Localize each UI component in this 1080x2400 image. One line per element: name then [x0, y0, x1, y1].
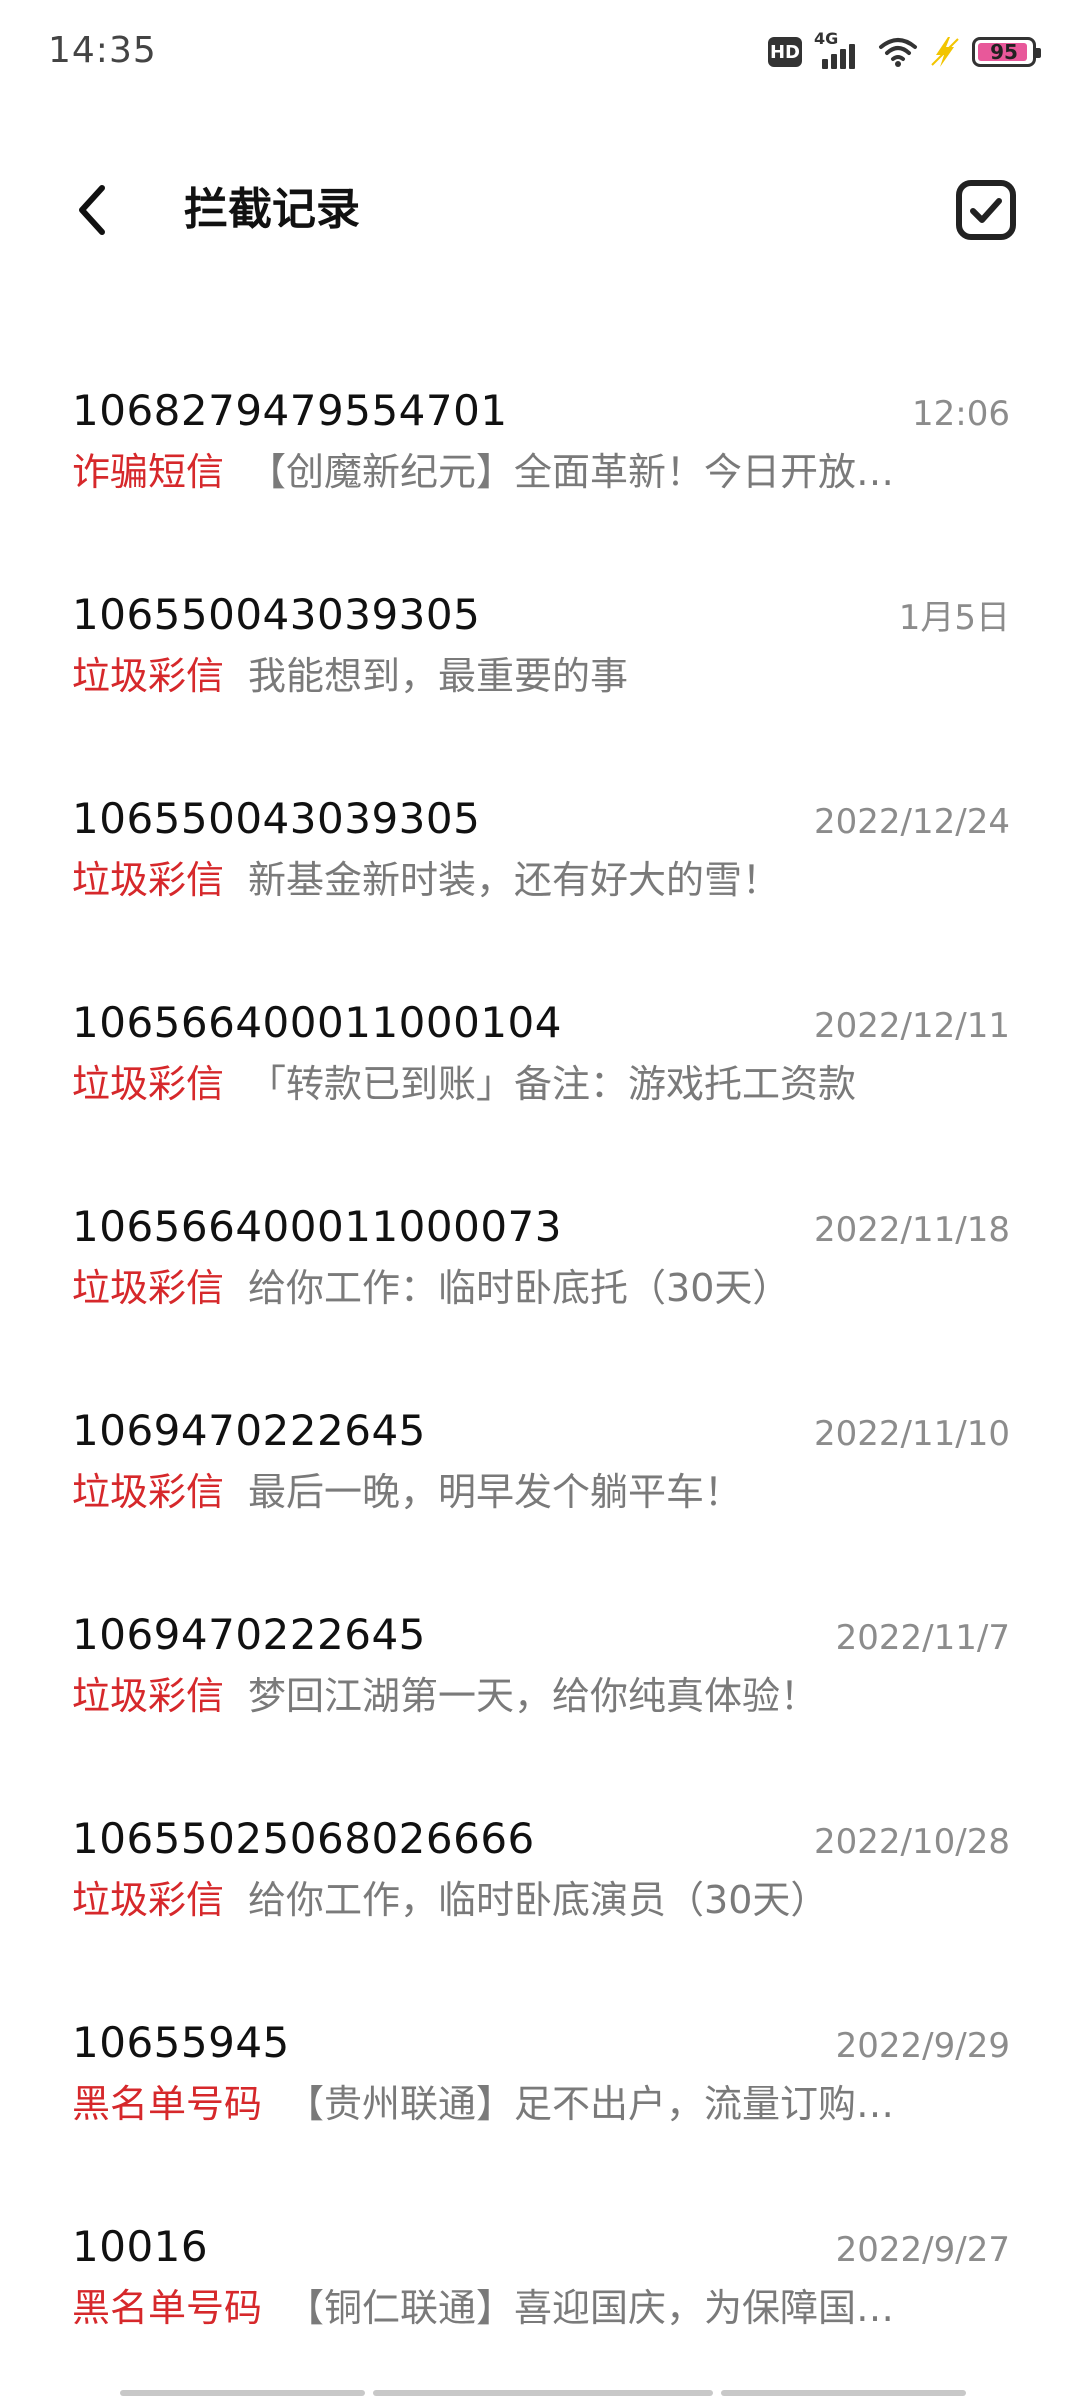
list-item[interactable]: 1069470222645 2022/11/10 垃圾彩信 最后一晚，明早发个躺平车！: [0, 1374, 1080, 1578]
message-preview: 给你工作，临时卧底演员（30天）: [248, 1878, 829, 1922]
block-category-label: 垃圾彩信: [72, 1062, 225, 1106]
list-item[interactable]: 106550043039305 1月5日垃圾彩信 我能想到，最重要的事: [0, 558, 1080, 762]
message-preview: 我能想到，最重要的事: [248, 654, 629, 698]
block-category-label: 垃圾彩信: [72, 858, 225, 902]
message-preview: 给你工作：临时卧底托（30天）: [248, 1266, 791, 1310]
block-category-label: 垃圾彩信: [72, 654, 225, 698]
message-summary: 垃圾彩信 梦回江湖第一天，给你纯真体验！: [72, 1670, 1010, 1722]
block-category-label: 垃圾彩信: [72, 1878, 225, 1922]
chevron-left-icon: [79, 185, 105, 235]
list-item[interactable]: 10016 2022/9/27 黑名单号码 【铜仁联通】喜迎国庆，为保障国…: [0, 2190, 1080, 2394]
hd-icon: HD: [768, 37, 802, 67]
message-date: 2022/9/27: [835, 2230, 1010, 2270]
message-preview: 「转款已到账」备注：游戏托工资款: [248, 1062, 857, 1106]
status-bar: 14:35 HD 4G 95: [0, 0, 1080, 110]
cellular-signal-icon: 4G: [814, 29, 866, 69]
app-header: 拦截记录: [0, 150, 1080, 270]
block-category-label: 诈骗短信: [72, 450, 225, 494]
message-summary: 黑名单号码 【铜仁联通】喜迎国庆，为保障国…: [72, 2282, 1010, 2334]
message-date: 1月5日: [898, 598, 1010, 638]
message-summary: 垃圾彩信 给你工作，临时卧底演员（30天）: [72, 1874, 1010, 1926]
battery-tip: [1036, 48, 1041, 58]
list-item[interactable]: 10655945 2022/9/29 黑名单号码 【贵州联通】足不出户，流量订购…: [0, 1986, 1080, 2190]
message-preview: 【创魔新纪元】全面革新！今日开放…: [248, 450, 895, 494]
block-category-label: 垃圾彩信: [72, 1674, 225, 1718]
message-summary: 垃圾彩信 给你工作：临时卧底托（30天）: [72, 1262, 1010, 1314]
block-category-label: 垃圾彩信: [72, 1470, 225, 1514]
message-preview: 新基金新时装，还有好大的雪！: [248, 858, 781, 902]
scroll-indicator: [120, 2390, 966, 2398]
message-preview: 最后一晚，明早发个躺平车！: [248, 1470, 743, 1514]
status-icons: HD 4G 95: [768, 29, 1041, 72]
back-button[interactable]: [60, 178, 124, 242]
message-sender: 1068279479554701: [72, 386, 508, 435]
blocked-message-list: 1068279479554701 12:06 诈骗短信 【创魔新纪元】全面革新！今日开…: [0, 354, 1080, 2394]
list-item[interactable]: 1068279479554701 12:06 诈骗短信 【创魔新纪元】全面革新！今日开…: [0, 354, 1080, 558]
list-item[interactable]: 10655025068026666 2022/10/28 垃圾彩信 给你工作，临时卧底…: [0, 1782, 1080, 1986]
message-summary: 垃圾彩信 新基金新时装，还有好大的雪！: [72, 854, 1010, 906]
message-summary: 黑名单号码 【贵州联通】足不出户，流量订购…: [72, 2078, 1010, 2130]
message-date: 2022/10/28: [814, 1822, 1010, 1862]
message-preview: 梦回江湖第一天，给你纯真体验！: [248, 1674, 819, 1718]
message-summary: 垃圾彩信 最后一晚，明早发个躺平车！: [72, 1466, 1010, 1518]
message-date: 2022/11/18: [814, 1210, 1010, 1250]
message-preview: 【铜仁联通】喜迎国庆，为保障国…: [286, 2286, 895, 2330]
message-sender: 1069470222645: [72, 1610, 426, 1659]
list-item[interactable]: 106550043039305 2022/12/24 垃圾彩信 新基金新时装，还有好大…: [0, 762, 1080, 966]
list-item[interactable]: 106566400011000073 2022/11/18 垃圾彩信 给你工作：临时卧…: [0, 1170, 1080, 1374]
battery-level: 95: [990, 40, 1018, 64]
block-category-label: 黑名单号码: [72, 2286, 263, 2330]
message-sender: 106566400011000073: [72, 1202, 562, 1251]
message-date: 2022/12/24: [814, 802, 1010, 842]
wifi-icon: [878, 35, 918, 69]
battery-icon: 95: [972, 37, 1041, 67]
message-sender: 10016: [72, 2222, 209, 2271]
message-date: 2022/11/7: [835, 1618, 1010, 1658]
checkbox-checked-icon: [956, 180, 1016, 240]
block-category-label: 垃圾彩信: [72, 1266, 225, 1310]
message-date: 2022/11/10: [814, 1414, 1010, 1454]
block-category-label: 黑名单号码: [72, 2082, 263, 2126]
message-date: 12:06: [912, 394, 1010, 434]
signal-bars: [822, 44, 855, 69]
message-date: 2022/9/29: [835, 2026, 1010, 2066]
message-summary: 垃圾彩信 我能想到，最重要的事: [72, 650, 1010, 702]
message-sender: 1069470222645: [72, 1406, 426, 1455]
message-sender: 106550043039305: [72, 590, 481, 639]
message-summary: 诈骗短信 【创魔新纪元】全面革新！今日开放…: [72, 446, 1010, 498]
charging-icon: [930, 35, 960, 69]
list-item[interactable]: 106566400011000104 2022/12/11 垃圾彩信 「转款已到账」备…: [0, 966, 1080, 1170]
message-date: 2022/12/11: [814, 1006, 1010, 1046]
page-title: 拦截记录: [184, 184, 360, 235]
list-item[interactable]: 1069470222645 2022/11/7 垃圾彩信 梦回江湖第一天，给你纯真体验…: [0, 1578, 1080, 1782]
message-sender: 10655945: [72, 2018, 290, 2067]
message-summary: 垃圾彩信 「转款已到账」备注：游戏托工资款: [72, 1058, 1010, 1110]
message-sender: 106550043039305: [72, 794, 481, 843]
message-sender: 10655025068026666: [72, 1814, 535, 1863]
status-time: 14:35: [48, 30, 157, 71]
select-mode-button[interactable]: [952, 176, 1020, 244]
message-sender: 106566400011000104: [72, 998, 562, 1047]
message-preview: 【贵州联通】足不出户，流量订购…: [286, 2082, 895, 2126]
